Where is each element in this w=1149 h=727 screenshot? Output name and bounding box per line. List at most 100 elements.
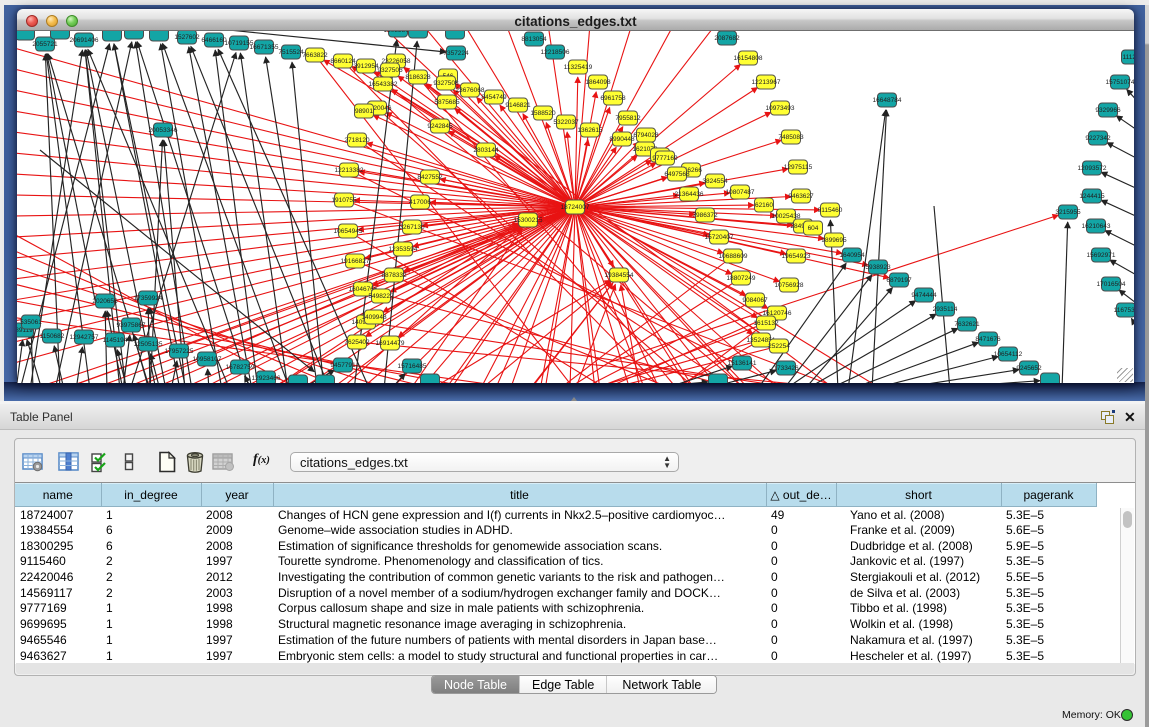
- svg-text:9245652: 9245652: [1016, 365, 1042, 372]
- svg-text:8660124: 8660124: [330, 58, 356, 65]
- svg-text:9463627: 9463627: [788, 193, 814, 200]
- svg-text:9327505: 9327505: [377, 67, 403, 74]
- svg-text:10654945: 10654945: [334, 228, 363, 235]
- svg-text:19654923: 19654923: [782, 253, 811, 260]
- svg-text:7357224: 7357224: [443, 50, 469, 57]
- svg-text:2803144: 2803144: [473, 147, 499, 154]
- svg-text:11125: 11125: [1122, 54, 1134, 61]
- svg-text:9474444: 9474444: [911, 292, 937, 299]
- svg-text:9777169: 9777169: [652, 155, 678, 162]
- svg-text:8186328: 8186328: [405, 74, 431, 81]
- svg-text:15136141: 15136141: [728, 360, 757, 367]
- svg-text:3215955: 3215955: [1055, 209, 1081, 216]
- svg-text:5498222: 5498222: [368, 293, 394, 300]
- svg-text:93975867: 93975867: [117, 322, 146, 329]
- svg-text:9899695: 9899695: [821, 237, 847, 244]
- svg-text:1167533: 1167533: [1114, 307, 1134, 314]
- svg-text:3824554: 3824554: [702, 178, 728, 185]
- svg-text:12975115: 12975115: [784, 164, 813, 171]
- svg-text:15716485: 15716485: [398, 363, 427, 370]
- svg-text:7485083: 7485083: [778, 134, 804, 141]
- svg-text:10807487: 10807487: [726, 189, 755, 196]
- svg-text:8427552: 8427552: [417, 174, 443, 181]
- svg-text:417006: 417006: [409, 199, 431, 206]
- svg-text:6879197: 6879197: [886, 277, 912, 284]
- svg-text:20053346: 20053346: [149, 127, 178, 134]
- svg-text:98901: 98901: [355, 108, 373, 115]
- svg-text:3267130: 3267130: [399, 224, 425, 231]
- svg-text:1409948: 1409948: [361, 314, 387, 321]
- svg-text:8471676: 8471676: [975, 336, 1001, 343]
- svg-text:10756928: 10756928: [775, 282, 804, 289]
- svg-text:1145194: 1145194: [103, 337, 128, 344]
- svg-text:7663822: 7663822: [302, 52, 328, 59]
- svg-text:2055721: 2055721: [32, 41, 58, 48]
- svg-text:8990448: 8990448: [609, 136, 635, 143]
- svg-text:1527602: 1527602: [174, 34, 200, 41]
- svg-text:17359924: 17359924: [134, 295, 163, 302]
- svg-text:10973493: 10973493: [766, 105, 795, 112]
- svg-text:17957225: 17957225: [165, 348, 194, 355]
- svg-text:11325419: 11325419: [564, 64, 593, 71]
- svg-text:16543382: 16543382: [369, 81, 398, 88]
- svg-text:535061: 535061: [20, 319, 42, 326]
- svg-text:1362615: 1362615: [577, 127, 603, 134]
- svg-text:15300215: 15300215: [514, 217, 543, 224]
- svg-text:9329966: 9329966: [1095, 107, 1121, 114]
- svg-text:12213967: 12213967: [752, 79, 781, 86]
- svg-text:10688609: 10688609: [719, 253, 748, 260]
- svg-text:12942757: 12942757: [70, 334, 99, 341]
- svg-text:12218506: 12218506: [541, 49, 570, 56]
- svg-text:16648784: 16648784: [873, 97, 902, 104]
- svg-text:18724007: 18724007: [561, 204, 590, 211]
- svg-text:5875685: 5875685: [434, 99, 460, 106]
- svg-text:62160: 62160: [755, 202, 773, 209]
- svg-text:19166827: 19166827: [341, 258, 370, 265]
- svg-text:1588520: 1588520: [530, 110, 556, 117]
- svg-text:2718120: 2718120: [344, 137, 370, 144]
- svg-text:5322037: 5322037: [553, 119, 579, 126]
- svg-text:7515524: 7515524: [278, 49, 304, 56]
- svg-text:9227342: 9227342: [1085, 135, 1111, 142]
- svg-text:10958107: 10958107: [193, 356, 222, 363]
- svg-text:12213382: 12213382: [335, 167, 364, 174]
- svg-text:2935114: 2935114: [933, 306, 958, 313]
- svg-text:15751074: 15751074: [1106, 79, 1134, 86]
- svg-text:8454749: 8454749: [481, 94, 507, 101]
- svg-text:9084067: 9084067: [742, 297, 768, 304]
- svg-text:9327508: 9327508: [433, 80, 459, 87]
- svg-text:7986372: 7986372: [692, 212, 718, 219]
- svg-text:17016504: 17016504: [1097, 281, 1126, 288]
- svg-text:16671355: 16671355: [250, 44, 279, 51]
- svg-text:12353594: 12353594: [389, 246, 418, 253]
- svg-text:19384554: 19384554: [605, 272, 634, 279]
- svg-text:15720407: 15720407: [705, 234, 734, 241]
- svg-text:16914479: 16914479: [376, 340, 405, 347]
- svg-text:10654112: 10654112: [994, 351, 1023, 358]
- svg-text:7632621: 7632621: [954, 321, 980, 328]
- svg-text:6497568: 6497568: [664, 171, 690, 178]
- svg-text:21364436: 21364436: [675, 191, 704, 198]
- svg-text:8878332: 8878332: [381, 272, 407, 279]
- svg-text:6794028: 6794028: [633, 132, 659, 139]
- svg-text:1150682: 1150682: [40, 333, 65, 340]
- svg-text:9242845: 9242845: [427, 123, 453, 130]
- svg-text:8813054: 8813054: [521, 36, 547, 43]
- svg-text:7625402: 7625402: [344, 339, 370, 346]
- svg-text:18807249: 18807249: [727, 275, 756, 282]
- svg-text:12505135: 12505135: [134, 341, 163, 348]
- svg-text:12093572: 12093572: [1078, 165, 1107, 172]
- svg-text:9457791: 9457791: [330, 362, 356, 369]
- svg-text:1640954: 1640954: [839, 252, 865, 259]
- svg-text:7955812: 7955812: [615, 115, 641, 122]
- svg-text:12923466: 12923466: [252, 375, 281, 382]
- svg-text:9146821: 9146821: [505, 102, 531, 109]
- svg-text:2020656: 2020656: [92, 298, 118, 305]
- svg-text:9115460: 9115460: [818, 207, 843, 214]
- svg-text:1733426: 1733426: [773, 365, 799, 372]
- svg-text:3912954: 3912954: [353, 63, 379, 70]
- svg-text:15692971: 15692971: [1087, 252, 1116, 259]
- svg-text:6961758: 6961758: [600, 95, 626, 102]
- svg-text:1615132: 1615132: [753, 320, 779, 327]
- svg-text:16154808: 16154808: [734, 55, 763, 62]
